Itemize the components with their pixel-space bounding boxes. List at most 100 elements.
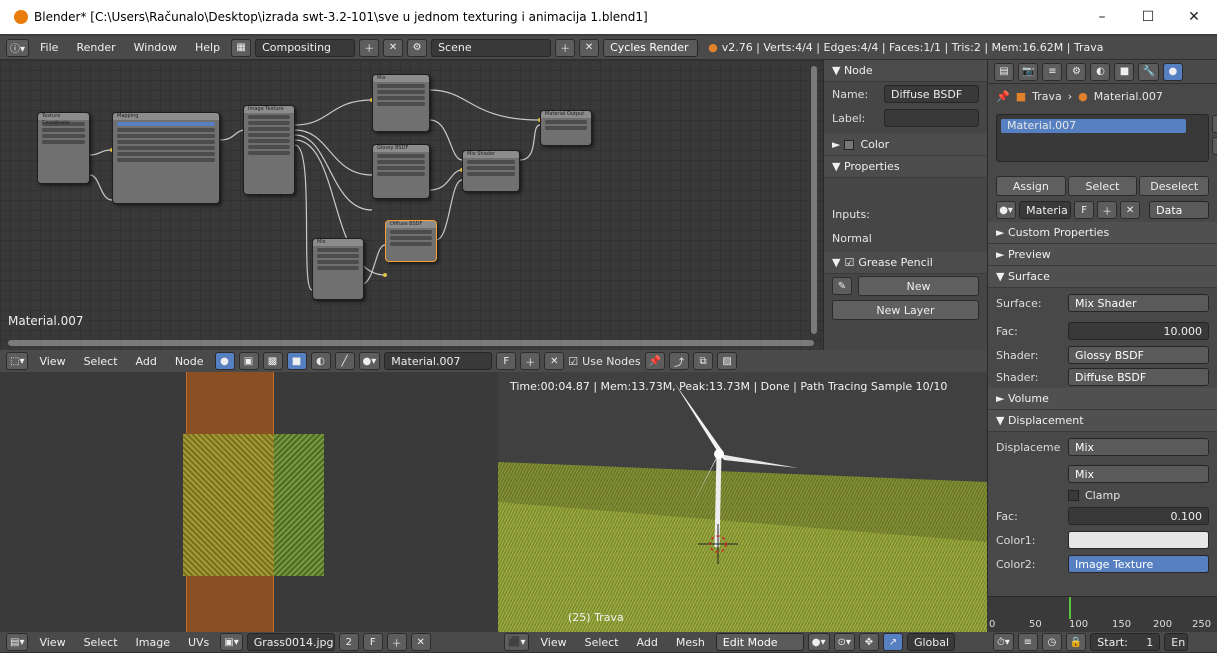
snap-icon[interactable]: ⧉	[693, 352, 714, 370]
layout-selector[interactable]: Compositing	[255, 38, 356, 57]
vp-menu-view[interactable]: View	[533, 636, 573, 649]
vp-menu-mesh[interactable]: Mesh	[669, 636, 712, 649]
orientation-dropdown[interactable]: Global	[906, 633, 955, 651]
displacement-section[interactable]: ▼ Displacement	[988, 410, 1217, 432]
timeline[interactable]: 0 50 100 150 200 250	[987, 596, 1217, 632]
node-editor-vertical-scrollbar[interactable]	[811, 66, 817, 334]
shader-nodes-icon[interactable]: ●	[214, 352, 235, 370]
link-data-dropdown[interactable]: Data	[1149, 201, 1209, 219]
menu-render[interactable]: Render	[69, 41, 122, 54]
properties-section-header[interactable]: ▼ Properties	[824, 156, 987, 178]
shader2-dropdown[interactable]: Diffuse BSDF	[1068, 368, 1209, 386]
add-slot-icon[interactable]: ＋	[1212, 115, 1217, 133]
menu-window[interactable]: Window	[127, 41, 184, 54]
image-fake-user-button[interactable]: F	[362, 633, 383, 651]
manipulator-icon[interactable]: ✥	[858, 633, 879, 651]
material-slot-list[interactable]: Material.007 ＋ −	[996, 114, 1217, 162]
node-menu-add[interactable]: Add	[129, 355, 164, 368]
image-users-count[interactable]: 2	[338, 633, 359, 651]
volume-section[interactable]: ► Volume	[988, 388, 1217, 410]
menu-file[interactable]: File	[33, 41, 65, 54]
node-mapping[interactable]: Mapping	[112, 112, 220, 204]
unlink-material-icon[interactable]: ✕	[1120, 201, 1141, 219]
world-tab-icon[interactable]: ◐	[1090, 62, 1111, 81]
new-layer-button[interactable]: New Layer	[832, 300, 979, 320]
node-material-output[interactable]: Material Output	[540, 110, 592, 146]
maximize-button[interactable]: ☐	[1125, 9, 1171, 25]
assign-button[interactable]: Assign	[996, 176, 1066, 196]
fake-user-button[interactable]: F	[1074, 201, 1095, 219]
image-menu-select[interactable]: Select	[77, 636, 125, 649]
image-editor-canvas[interactable]	[0, 372, 498, 632]
preview-range-icon[interactable]: ◷	[1041, 633, 1062, 651]
node-glossy-bsdf[interactable]: Glossy BSDF	[372, 144, 430, 199]
pencil-icon[interactable]: ✎	[832, 277, 852, 295]
line-style-icon[interactable]: ╱	[334, 352, 355, 370]
displacement-dropdown[interactable]: Mix	[1068, 438, 1209, 456]
lock-range-icon[interactable]: 🔒	[1065, 633, 1087, 651]
add-layout-icon[interactable]: ＋	[359, 38, 380, 57]
shading-mode-icon[interactable]: ●▾	[807, 633, 830, 651]
translate-manipulator-icon[interactable]: ↗	[882, 633, 903, 651]
modifiers-tab-icon[interactable]: 🔧	[1138, 62, 1159, 81]
node-section-header[interactable]: ▼ Node	[824, 60, 987, 82]
clamp-checkbox[interactable]	[1068, 489, 1079, 501]
menu-help[interactable]: Help	[188, 41, 227, 54]
select-button[interactable]: Select	[1067, 176, 1138, 196]
minimize-button[interactable]: –	[1079, 9, 1125, 25]
node-mix-shader[interactable]: Mix Shader	[462, 150, 520, 192]
material-tab-icon[interactable]: ●	[1162, 62, 1183, 81]
shader1-dropdown[interactable]: Glossy BSDF	[1068, 346, 1209, 364]
color1-swatch[interactable]	[1068, 531, 1209, 549]
node-menu-view[interactable]: View	[32, 355, 72, 368]
new-image-icon[interactable]: ＋	[386, 633, 407, 651]
editor-type-image-icon[interactable]: ▤▾	[6, 633, 29, 651]
browse-image-icon[interactable]: ▣▾	[220, 633, 243, 651]
blend-mode-dropdown[interactable]: Mix	[1068, 465, 1209, 483]
current-frame-marker[interactable]	[1069, 597, 1071, 619]
node-name-field[interactable]: Diffuse BSDF	[884, 85, 979, 103]
node-mix-bottom[interactable]: Mix	[312, 238, 364, 300]
vp-menu-add[interactable]: Add	[630, 636, 665, 649]
pivot-point-icon[interactable]: ⊙▾	[833, 633, 855, 651]
editor-type-properties-icon[interactable]: ▤	[994, 62, 1014, 81]
vp-menu-select[interactable]: Select	[578, 636, 626, 649]
parent-tree-icon[interactable]: ⤴	[669, 352, 690, 370]
node-menu-select[interactable]: Select	[77, 355, 125, 368]
use-nodes-checkbox[interactable]: ☑	[568, 355, 578, 368]
editor-type-info-icon[interactable]: ⓘ▾	[6, 38, 30, 57]
node-material-field[interactable]: Material.007	[384, 352, 493, 370]
node-editor-canvas[interactable]: Texture Coordinate Mapping Image Texture…	[0, 60, 823, 350]
node-editor-horizontal-scrollbar[interactable]	[8, 340, 814, 346]
editor-type-timeline-icon[interactable]: ⏱▾	[993, 633, 1014, 651]
remove-scene-icon[interactable]: ✕	[579, 38, 600, 57]
view-menu-icon[interactable]: ≡	[1017, 633, 1038, 651]
texture-nodes-icon[interactable]: ▩	[262, 352, 283, 370]
fac-slider[interactable]: 10.000	[1068, 322, 1209, 340]
screen-layout-icon[interactable]: ▦	[231, 38, 252, 57]
node-diffuse-bsdf[interactable]: Diffuse BSDF	[385, 220, 437, 262]
mode-dropdown[interactable]: Edit Mode	[715, 633, 804, 651]
image-name-field[interactable]: Grass0014.jpg	[246, 633, 335, 651]
image-menu-view[interactable]: View	[32, 636, 72, 649]
remove-layout-icon[interactable]: ✕	[383, 38, 404, 57]
surface-section[interactable]: ▼ Surface	[988, 266, 1217, 288]
node-unlink-material-icon[interactable]: ✕	[544, 352, 565, 370]
pin-icon[interactable]: 📌	[996, 90, 1010, 103]
close-button[interactable]: ✕	[1171, 9, 1217, 25]
add-scene-icon[interactable]: ＋	[555, 38, 576, 57]
world-shader-icon[interactable]: ◐	[310, 352, 331, 370]
node-add-material-icon[interactable]: ＋	[520, 352, 541, 370]
browse-material-node-icon[interactable]: ●▾	[358, 352, 381, 370]
unlink-image-icon[interactable]: ✕	[410, 633, 431, 651]
scene-tab-icon[interactable]: ⚙	[1066, 62, 1087, 81]
add-material-icon[interactable]: ＋	[1097, 201, 1118, 219]
surface-shader-dropdown[interactable]: Mix Shader	[1068, 294, 1209, 312]
color2-dropdown[interactable]: Image Texture	[1068, 555, 1209, 573]
node-mix-top[interactable]: Mix	[372, 74, 430, 132]
scene-icon[interactable]: ⚙	[407, 38, 428, 57]
remove-slot-icon[interactable]: −	[1212, 137, 1217, 155]
node-texture-coordinate[interactable]: Texture Coordinate	[37, 112, 90, 184]
render-tab-icon[interactable]: 📷	[1018, 62, 1039, 81]
material-name-field[interactable]: Materia	[1019, 201, 1072, 219]
